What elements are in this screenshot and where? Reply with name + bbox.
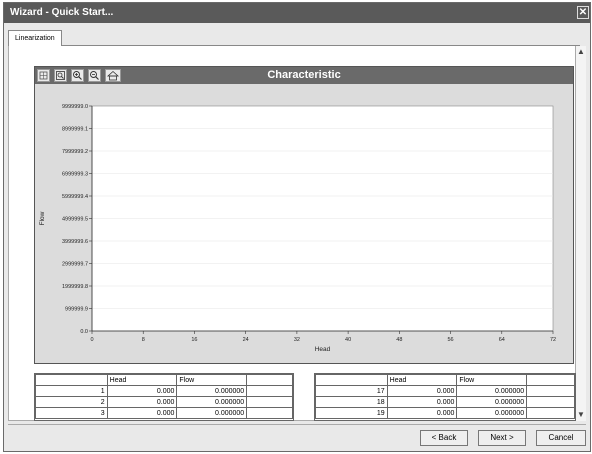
head-cell[interactable]: 0.000 — [106, 396, 178, 408]
x-axis-label: Head — [315, 346, 331, 353]
spacer-cell — [246, 407, 293, 419]
row-number: 17 — [315, 385, 388, 397]
y-tick-label: 8999999.1 — [62, 127, 88, 133]
row-number: 19 — [315, 407, 388, 419]
scroll-up-icon[interactable]: ▲ — [576, 46, 586, 58]
flow-cell[interactable]: 0.000000 — [456, 407, 528, 419]
zoom-in-icon[interactable] — [71, 69, 84, 82]
spacer-cell — [246, 396, 293, 408]
zoom-box-icon[interactable] — [54, 69, 67, 82]
flow-cell[interactable]: 0.000000 — [176, 396, 248, 408]
y-tick-label: 6999999.3 — [62, 172, 88, 178]
x-tick-label: 48 — [396, 337, 402, 343]
y-tick-label: 9999999.0 — [62, 104, 88, 110]
y-tick-label: 1999999.8 — [62, 284, 88, 290]
x-tick-label: 32 — [294, 337, 300, 343]
row-number-header — [315, 374, 388, 386]
scroll-down-icon[interactable]: ▼ — [576, 409, 586, 421]
y-axis-label: Flow — [39, 211, 46, 225]
x-tick-label: 8 — [142, 337, 145, 343]
table-row: 3 0.000 0.000000 — [35, 407, 293, 419]
y-tick-label: 3999999.6 — [62, 239, 88, 245]
head-column-header: Head — [106, 374, 178, 386]
grid-icon[interactable] — [37, 69, 50, 82]
cancel-button[interactable]: Cancel — [536, 430, 586, 446]
flow-cell[interactable]: 0.000000 — [456, 385, 528, 397]
points-table-right: Head Flow 17 0.000 0.000000 18 0.000 0.0… — [314, 373, 576, 421]
spacer-cell — [526, 385, 575, 397]
y-tick-label: 4999999.5 — [62, 217, 88, 223]
footer-separator — [8, 424, 586, 425]
back-button[interactable]: < Back — [420, 430, 468, 446]
flow-column-header: Flow — [456, 374, 528, 386]
row-number: 3 — [35, 407, 108, 419]
table-header-row: Head Flow — [35, 374, 293, 386]
row-number: 2 — [35, 396, 108, 408]
close-icon[interactable]: ✕ — [577, 6, 589, 19]
points-grid-right: Head Flow 17 0.000 0.000000 18 0.000 0.0… — [315, 374, 575, 419]
spacer-cell — [246, 385, 293, 397]
tab-strip: Linearization — [8, 28, 580, 46]
head-cell[interactable]: 0.000 — [386, 407, 458, 419]
next-button[interactable]: Next > — [478, 430, 526, 446]
table-row: 19 0.000 0.000000 — [315, 407, 575, 419]
x-tick-label: 64 — [499, 337, 505, 343]
home-icon[interactable] — [105, 69, 121, 82]
tab-linearization[interactable]: Linearization — [8, 30, 62, 46]
flow-cell[interactable]: 0.000000 — [176, 385, 248, 397]
row-number: 18 — [315, 396, 388, 408]
table-row: 1 0.000 0.000000 — [35, 385, 293, 397]
x-tick-label: 56 — [447, 337, 453, 343]
flow-column-header: Flow — [176, 374, 248, 386]
x-tick-label: 16 — [191, 337, 197, 343]
flow-cell[interactable]: 0.000000 — [456, 396, 528, 408]
title-bar: Wizard - Quick Start... ✕ — [4, 3, 590, 23]
head-column-header: Head — [386, 374, 458, 386]
zoom-out-icon[interactable] — [88, 69, 101, 82]
x-tick-label: 24 — [243, 337, 249, 343]
points-table-left: Head Flow 1 0.000 0.000000 2 0.000 0.000… — [34, 373, 294, 421]
head-cell[interactable]: 0.000 — [106, 407, 178, 419]
chart-plot: 0.0 999999.9 1999999.8 2999999.7 3999999.6 49… — [39, 104, 556, 353]
row-number-header — [35, 374, 108, 386]
head-cell[interactable]: 0.000 — [386, 396, 458, 408]
y-tick-label: 0.0 — [80, 329, 88, 335]
x-tick-label: 40 — [345, 337, 351, 343]
characteristic-chart: Characteristic 0.0 999999.9 1999999.8 29… — [34, 66, 574, 364]
window-title: Wizard - Quick Start... — [10, 7, 114, 18]
table-header-row: Head Flow — [315, 374, 575, 386]
table-row: 17 0.000 0.000000 — [315, 385, 575, 397]
x-tick-label: 0 — [90, 337, 93, 343]
spacer-header — [526, 374, 575, 386]
spacer-cell — [526, 396, 575, 408]
y-tick-label: 7999999.2 — [62, 149, 88, 155]
spacer-cell — [526, 407, 575, 419]
points-grid-left: Head Flow 1 0.000 0.000000 2 0.000 0.000… — [35, 374, 293, 419]
y-tick-label: 999999.9 — [65, 307, 88, 313]
spacer-header — [246, 374, 293, 386]
flow-cell[interactable]: 0.000000 — [176, 407, 248, 419]
table-row: 18 0.000 0.000000 — [315, 396, 575, 408]
x-tick-label: 72 — [550, 337, 556, 343]
y-tick-label: 5999999.4 — [62, 194, 88, 200]
table-row: 2 0.000 0.000000 — [35, 396, 293, 408]
head-cell[interactable]: 0.000 — [106, 385, 178, 397]
row-number: 1 — [35, 385, 108, 397]
vertical-scrollbar[interactable]: ▲ ▼ — [576, 46, 586, 421]
y-tick-label: 2999999.7 — [62, 262, 88, 268]
head-cell[interactable]: 0.000 — [386, 385, 458, 397]
